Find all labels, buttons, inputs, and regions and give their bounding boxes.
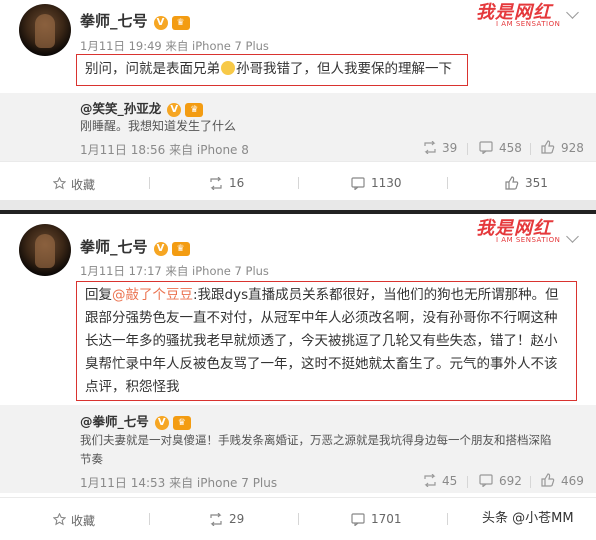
author-name[interactable]: 拳师_七号 V ♛ bbox=[80, 236, 190, 257]
post-text-line-2: 跟部分强势色友一直不对付，从冠军中年人必须改名啊，没有孙哥你不行啊这种 bbox=[85, 310, 558, 326]
chevron-down-icon[interactable] bbox=[566, 6, 579, 19]
divider bbox=[149, 177, 150, 189]
like-count[interactable]: 928 bbox=[561, 141, 584, 155]
laugh-emoji-icon bbox=[221, 61, 235, 75]
source-watermark: 头条 @小苍MM bbox=[478, 505, 578, 528]
verified-icon: V bbox=[153, 242, 168, 256]
post-meta: 1月11日 17:17 来自 iPhone 7 Plus bbox=[80, 264, 269, 278]
post-body-highlight: 回复@敲了个豆豆:我跟dys直播成员关系都很好，当他们的狗也无所谓那种。但 跟部… bbox=[76, 281, 577, 401]
comment-button[interactable]: 1130 bbox=[371, 176, 402, 190]
divider bbox=[447, 513, 448, 525]
comment-icon[interactable] bbox=[479, 141, 493, 154]
like-button[interactable]: 351 bbox=[525, 176, 548, 190]
comment-icon[interactable] bbox=[479, 474, 493, 487]
post-body-highlight: 别问，问就是表面兄弟 孙哥我错了，但人我要保的理解一下 bbox=[76, 54, 468, 86]
verified-icon: V bbox=[153, 16, 168, 30]
retweet-text-line-1: 我们夫妻就是一对臭傻逼！手贱发条离婚证，万恶之源就是我坑得身边每一个朋友和搭档深… bbox=[80, 433, 552, 447]
comment-count[interactable]: 692 bbox=[499, 474, 522, 488]
retweet-card[interactable]: @拳师_七号 V ♛ 我们夫妻就是一对臭傻逼！手贱发条离婚证，万恶之源就是我坑得身边… bbox=[0, 405, 596, 493]
retweet-meta: 1月11日 18:56 来自 iPhone 8 bbox=[80, 143, 249, 157]
repost-count[interactable]: 45 bbox=[442, 474, 457, 488]
post-text-1: 别问，问就是表面兄弟 bbox=[85, 61, 220, 77]
author-avatar[interactable] bbox=[19, 4, 71, 56]
post-action-bar: 收藏 16 1130 351 bbox=[0, 161, 596, 204]
repost-icon[interactable] bbox=[209, 513, 223, 526]
post-text-line-3: 长达一年多的骚扰我老早就烦透了，今天被挑逗了几轮又有些失态，错了！赵小 bbox=[85, 333, 558, 349]
post-text-2: 孙哥我错了，但人我要保的理解一下 bbox=[236, 61, 452, 77]
repost-button[interactable]: 16 bbox=[229, 176, 244, 190]
like-count[interactable]: 469 bbox=[561, 474, 584, 488]
divider bbox=[467, 476, 468, 488]
post-text-line-5: 点评，积怨怪我 bbox=[85, 379, 180, 395]
mention-link[interactable]: @敲了个豆豆 bbox=[112, 287, 193, 303]
divider bbox=[530, 476, 531, 488]
comment-icon[interactable] bbox=[351, 177, 365, 190]
member-crown-icon: ♛ bbox=[171, 242, 190, 256]
retweet-text-line-2: 节奏 bbox=[80, 452, 103, 466]
post-meta: 1月11日 19:49 来自 iPhone 7 Plus bbox=[80, 39, 269, 53]
repost-icon[interactable] bbox=[423, 474, 437, 487]
repost-button[interactable]: 29 bbox=[229, 512, 244, 526]
comment-icon[interactable] bbox=[351, 513, 365, 526]
divider bbox=[298, 513, 299, 525]
repost-icon[interactable] bbox=[423, 141, 437, 154]
divider bbox=[298, 177, 299, 189]
favorite-icon[interactable] bbox=[53, 513, 66, 526]
weibo-post-2: 拳师_七号 V ♛ 1月11日 17:17 来自 iPhone 7 Plus 我是网… bbox=[0, 214, 596, 540]
author-name[interactable]: 拳师_七号 V ♛ bbox=[80, 10, 190, 31]
retweet-card[interactable]: @笑笑_孙亚龙 V ♛ 刚睡醒。我想知道发生了什么 1月11日 18:56 来自 i… bbox=[0, 93, 596, 161]
retweet-text: 刚睡醒。我想知道发生了什么 bbox=[80, 119, 237, 133]
watermark-subtitle: I AM SENSATION bbox=[496, 236, 561, 244]
divider bbox=[530, 143, 531, 155]
divider bbox=[447, 177, 448, 189]
favorite-button[interactable]: 收藏 bbox=[71, 176, 95, 193]
repost-icon[interactable] bbox=[209, 177, 223, 190]
favorite-button[interactable]: 收藏 bbox=[71, 512, 95, 529]
chevron-down-icon[interactable] bbox=[566, 230, 579, 243]
post-text-line-1: 回复@敲了个豆豆:我跟dys直播成员关系都很好，当他们的狗也无所谓那种。但 bbox=[85, 287, 559, 303]
retweet-meta: 1月11日 14:53 来自 iPhone 7 Plus bbox=[80, 476, 278, 490]
divider bbox=[149, 513, 150, 525]
like-icon[interactable] bbox=[541, 473, 555, 487]
like-icon[interactable] bbox=[541, 140, 555, 154]
retweet-author[interactable]: @拳师_七号 V ♛ bbox=[80, 411, 191, 430]
member-crown-icon: ♛ bbox=[172, 416, 191, 430]
verified-icon: V bbox=[167, 103, 182, 117]
member-crown-icon: ♛ bbox=[185, 103, 204, 117]
retweet-author[interactable]: @笑笑_孙亚龙 V ♛ bbox=[80, 98, 204, 117]
like-icon[interactable] bbox=[505, 176, 519, 190]
verified-icon: V bbox=[154, 416, 169, 430]
member-crown-icon: ♛ bbox=[171, 16, 190, 30]
author-avatar[interactable] bbox=[19, 224, 71, 276]
repost-count[interactable]: 39 bbox=[442, 141, 457, 155]
watermark-subtitle: I AM SENSATION bbox=[496, 20, 561, 28]
comment-button[interactable]: 1701 bbox=[371, 512, 402, 526]
divider bbox=[467, 143, 468, 155]
weibo-post-1: 拳师_七号 V ♛ 1月11日 19:49 来自 iPhone 7 Plus 我是网… bbox=[0, 0, 596, 204]
comment-count[interactable]: 458 bbox=[499, 141, 522, 155]
favorite-icon[interactable] bbox=[53, 177, 66, 190]
post-text-line-4: 臭帮忙录中年人反被色友骂了一年，这时不挺她就太畜生了。元气的事外人不该 bbox=[85, 356, 558, 372]
